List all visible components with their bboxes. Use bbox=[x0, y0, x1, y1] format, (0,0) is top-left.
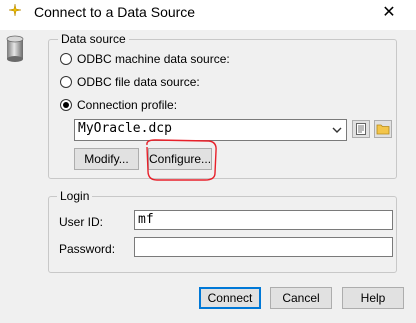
user-id-label: User ID: bbox=[59, 215, 104, 229]
browse-profile-button[interactable] bbox=[374, 120, 392, 138]
close-button[interactable]: ✕ bbox=[377, 2, 401, 24]
password-field[interactable] bbox=[134, 237, 393, 257]
annotation-circle bbox=[146, 139, 217, 181]
user-id-field[interactable]: mf bbox=[134, 210, 393, 230]
new-document-icon bbox=[356, 123, 366, 135]
data-source-legend: Data source bbox=[58, 32, 129, 46]
window-title: Connect to a Data Source bbox=[34, 4, 196, 20]
title-bar: Connect to a Data Source ✕ bbox=[0, 0, 416, 30]
radio-label: ODBC machine data source: bbox=[77, 52, 230, 66]
radio-odbc-machine[interactable]: ODBC machine data source: bbox=[60, 51, 230, 67]
new-profile-button[interactable] bbox=[352, 120, 370, 138]
password-label: Password: bbox=[59, 242, 116, 256]
radio-label: Connection profile: bbox=[77, 98, 178, 112]
radio-label: ODBC file data source: bbox=[77, 75, 200, 89]
help-button[interactable]: Help bbox=[342, 287, 404, 309]
database-sparkle-icon bbox=[8, 3, 22, 17]
radio-connection-profile[interactable]: Connection profile: bbox=[60, 97, 177, 113]
profile-value: MyOracle.dcp bbox=[78, 121, 172, 136]
connect-button[interactable]: Connect bbox=[199, 287, 261, 309]
login-legend: Login bbox=[57, 189, 93, 203]
radio-odbc-file[interactable]: ODBC file data source: bbox=[60, 74, 200, 90]
login-group bbox=[48, 196, 397, 273]
radio-button[interactable] bbox=[60, 76, 72, 88]
radio-button[interactable] bbox=[60, 53, 72, 65]
cancel-button[interactable]: Cancel bbox=[270, 287, 332, 309]
database-cylinder-icon bbox=[6, 35, 24, 62]
folder-icon bbox=[376, 124, 390, 135]
chevron-down-icon[interactable] bbox=[330, 122, 344, 138]
radio-button-checked[interactable] bbox=[60, 99, 72, 111]
modify-button[interactable]: Modify... bbox=[74, 148, 139, 170]
